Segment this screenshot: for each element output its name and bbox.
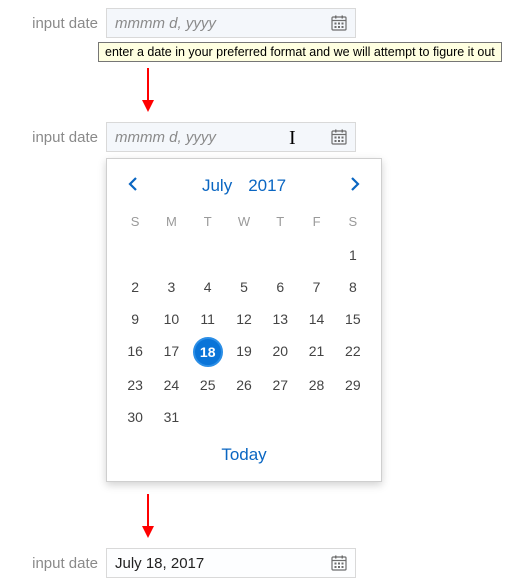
state3-row: input date July 18, 2017 xyxy=(8,548,498,578)
calendar-dow: T xyxy=(190,208,226,239)
calendar-icon[interactable] xyxy=(331,129,347,145)
arrow-1 xyxy=(138,66,498,114)
state1-row: input date mmmm d, yyyy enter a date in … xyxy=(8,8,498,38)
calendar-year: 2017 xyxy=(248,176,286,196)
calendar-dow: T xyxy=(262,208,298,239)
calendar-dow: S xyxy=(117,208,153,239)
calendar-icon[interactable] xyxy=(331,15,347,31)
calendar-day[interactable]: 31 xyxy=(153,401,189,433)
calendar-day[interactable]: 5 xyxy=(226,271,262,303)
calendar-day[interactable]: 21 xyxy=(298,335,334,369)
calendar-day[interactable]: 26 xyxy=(226,369,262,401)
calendar-day[interactable]: 18 xyxy=(190,335,226,369)
today-button[interactable]: Today xyxy=(117,433,371,475)
field-label: input date xyxy=(8,555,98,572)
calendar-header: July 2017 xyxy=(117,169,371,208)
state2-block: input date mmmm d, yyyy I July 2017 xyxy=(106,122,498,482)
calendar-day[interactable]: 1 xyxy=(335,239,371,271)
next-month-button[interactable] xyxy=(343,175,367,196)
calendar-day-blank xyxy=(153,239,189,271)
calendar-dow: M xyxy=(153,208,189,239)
calendar-day[interactable]: 15 xyxy=(335,303,371,335)
calendar-icon[interactable] xyxy=(331,555,347,571)
calendar-day[interactable]: 9 xyxy=(117,303,153,335)
calendar-day[interactable]: 19 xyxy=(226,335,262,369)
date-input-3[interactable]: July 18, 2017 xyxy=(106,548,356,578)
calendar-day[interactable]: 8 xyxy=(335,271,371,303)
calendar-month: July xyxy=(202,176,232,196)
field-label: input date xyxy=(8,129,98,146)
date-input-2[interactable]: mmmm d, yyyy I xyxy=(106,122,356,152)
calendar-day[interactable]: 10 xyxy=(153,303,189,335)
calendar-title[interactable]: July 2017 xyxy=(202,176,286,196)
arrow-2 xyxy=(138,492,498,540)
calendar-day-blank xyxy=(117,239,153,271)
date-input-placeholder: mmmm d, yyyy xyxy=(115,15,331,32)
calendar-day-blank xyxy=(190,239,226,271)
calendar-day[interactable]: 7 xyxy=(298,271,334,303)
calendar-dow: F xyxy=(298,208,334,239)
calendar-day-blank xyxy=(298,239,334,271)
date-input-1[interactable]: mmmm d, yyyy xyxy=(106,8,356,38)
calendar-day-blank xyxy=(226,239,262,271)
calendar-day[interactable]: 16 xyxy=(117,335,153,369)
calendar-day[interactable]: 12 xyxy=(226,303,262,335)
calendar-day[interactable]: 14 xyxy=(298,303,334,335)
date-input-value: July 18, 2017 xyxy=(115,555,331,572)
calendar-dow: W xyxy=(226,208,262,239)
calendar-day[interactable]: 24 xyxy=(153,369,189,401)
calendar-day[interactable]: 22 xyxy=(335,335,371,369)
calendar-day[interactable]: 27 xyxy=(262,369,298,401)
calendar-day[interactable]: 3 xyxy=(153,271,189,303)
date-input-placeholder: mmmm d, yyyy xyxy=(115,129,331,146)
calendar-day[interactable]: 17 xyxy=(153,335,189,369)
calendar-day[interactable]: 29 xyxy=(335,369,371,401)
calendar-grid: SMTWTFS123456789101112131415161718192021… xyxy=(117,208,371,433)
calendar-day[interactable]: 4 xyxy=(190,271,226,303)
field-label: input date xyxy=(8,15,98,32)
calendar-day[interactable]: 2 xyxy=(117,271,153,303)
calendar-day[interactable]: 13 xyxy=(262,303,298,335)
calendar-day[interactable]: 11 xyxy=(190,303,226,335)
tooltip: enter a date in your preferred format an… xyxy=(98,42,502,62)
calendar-popup: July 2017 SMTWTFS12345678910111213141516… xyxy=(106,158,382,482)
calendar-day[interactable]: 20 xyxy=(262,335,298,369)
calendar-day[interactable]: 6 xyxy=(262,271,298,303)
calendar-day[interactable]: 30 xyxy=(117,401,153,433)
calendar-day[interactable]: 25 xyxy=(190,369,226,401)
calendar-day[interactable]: 28 xyxy=(298,369,334,401)
calendar-day-blank xyxy=(262,239,298,271)
calendar-day[interactable]: 23 xyxy=(117,369,153,401)
calendar-dow: S xyxy=(335,208,371,239)
prev-month-button[interactable] xyxy=(121,175,145,196)
